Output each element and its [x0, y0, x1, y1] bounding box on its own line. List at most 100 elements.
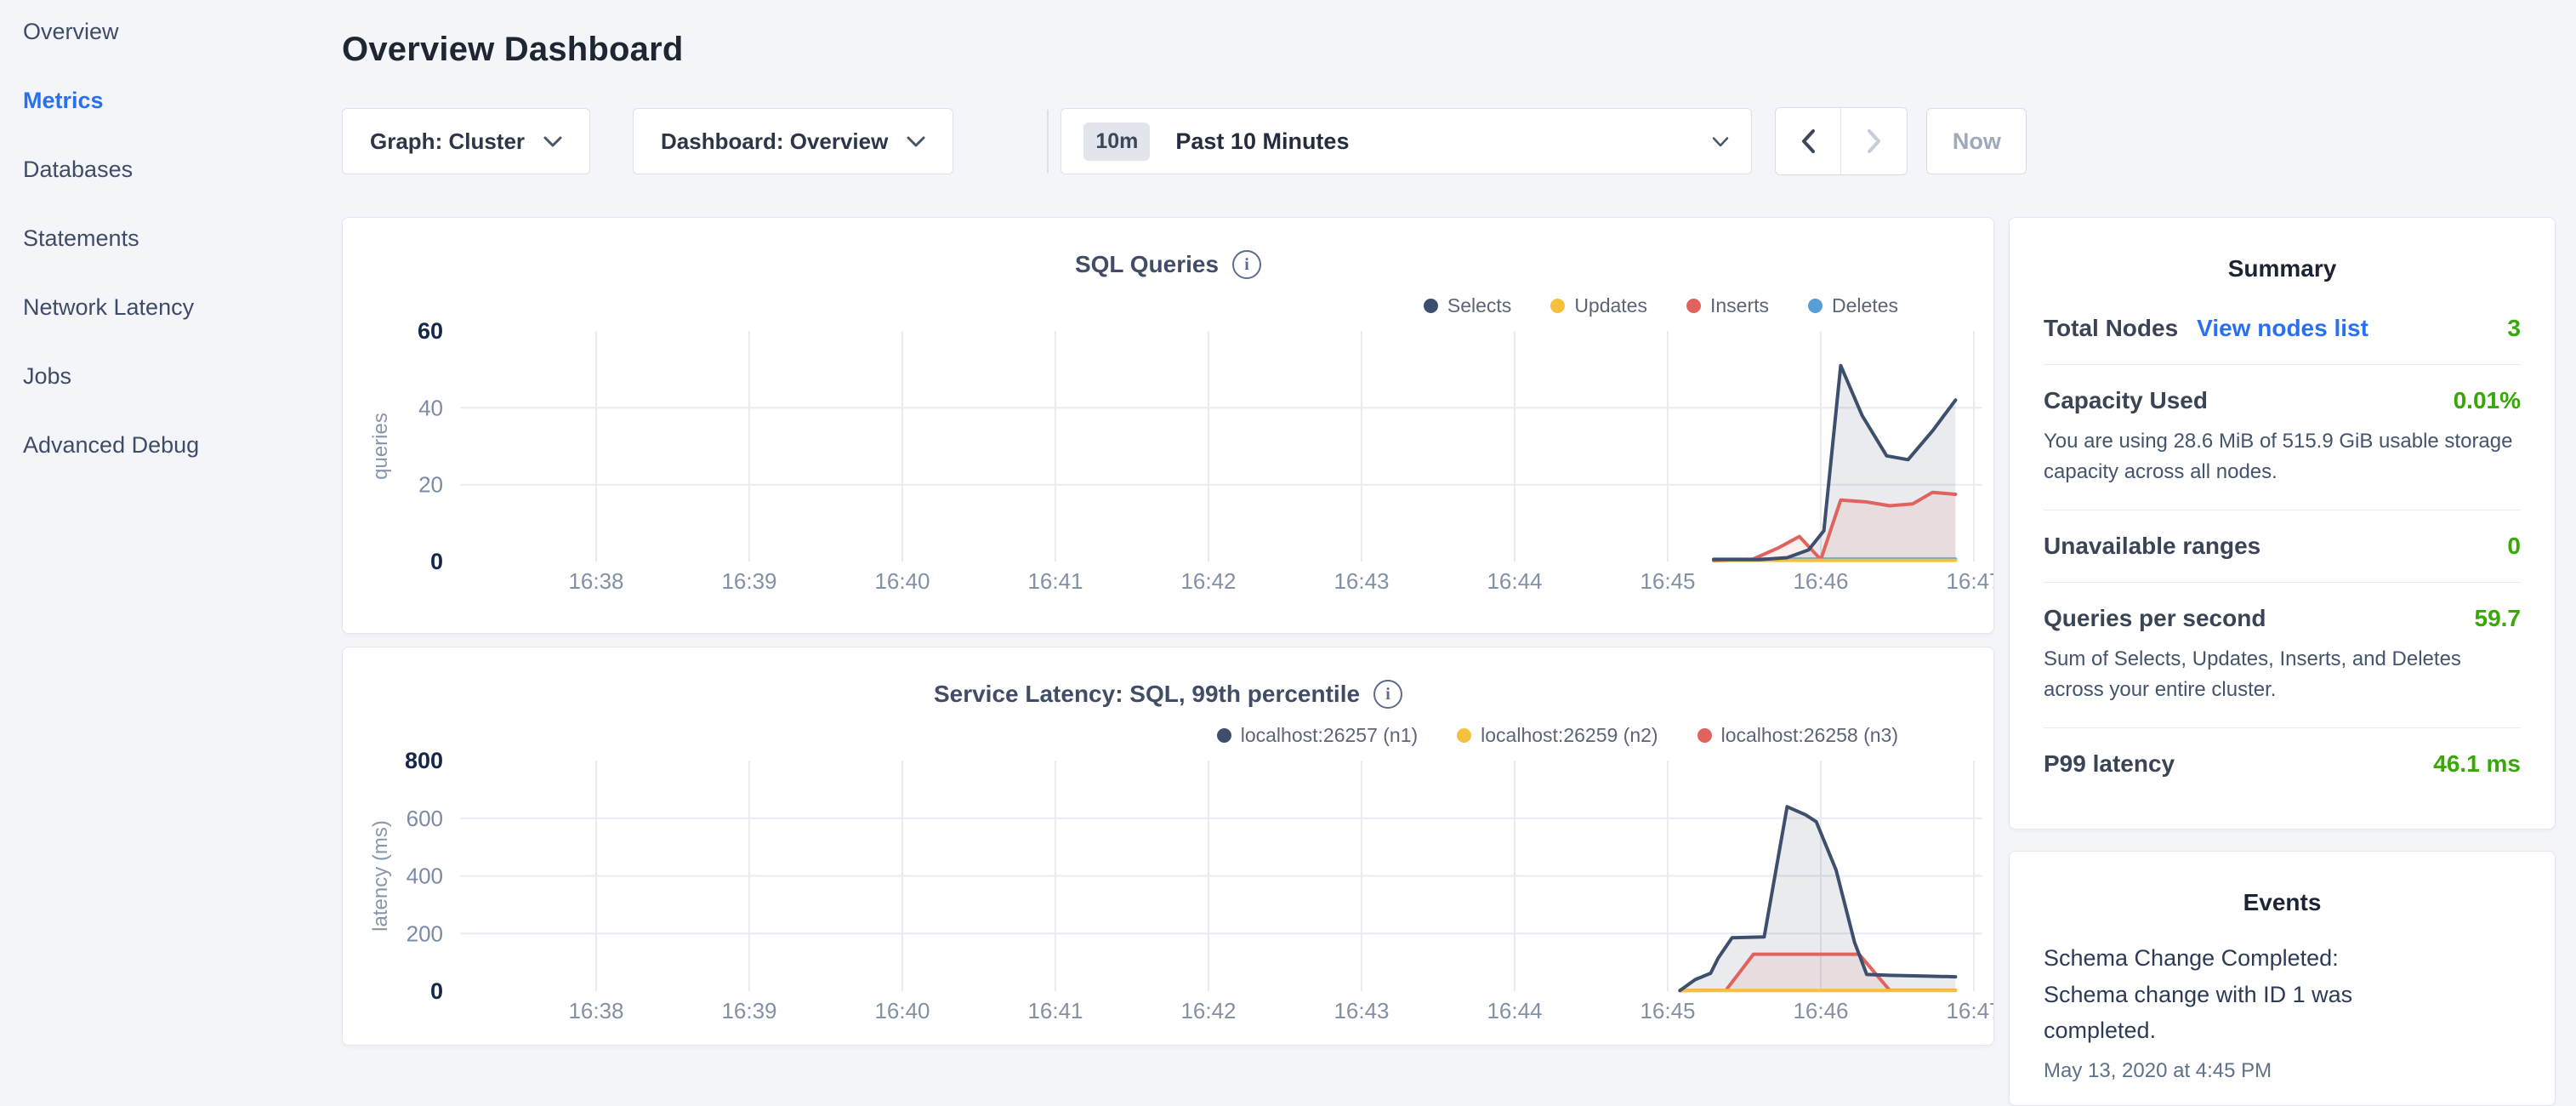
summary-row-value: 0 — [2507, 533, 2521, 560]
x-axis-tick-label: 16:46 — [1793, 568, 1848, 594]
legend-label: Inserts — [1710, 294, 1769, 317]
x-axis-tick-label: 16:42 — [1180, 998, 1236, 1023]
legend-dot-icon — [1217, 728, 1231, 743]
time-window-badge: 10m — [1083, 123, 1150, 161]
info-icon[interactable]: i — [1373, 680, 1402, 709]
x-axis-tick-label: 16:44 — [1487, 998, 1542, 1023]
summary-row-label: P99 latency — [2044, 750, 2175, 778]
x-axis-tick-label: 16:47 — [1946, 998, 1993, 1023]
summary-row-capacity-used: Capacity Used0.01% You are using 28.6 MiB… — [2044, 364, 2521, 510]
legend-item-inserts: Inserts — [1686, 294, 1769, 317]
legend-item-localhost-26258-n3: localhost:26258 (n3) — [1697, 724, 1898, 747]
x-axis-tick-label: 16:43 — [1333, 568, 1389, 594]
legend-dot-icon — [1697, 728, 1712, 743]
legend-item-selects: Selects — [1424, 294, 1511, 317]
chevron-down-icon — [543, 135, 562, 147]
event-item[interactable]: Schema Change Completed: Schema change w… — [2044, 940, 2521, 1083]
summary-row-label: Total Nodes — [2044, 315, 2178, 342]
summary-row-queries-per-second: Queries per second59.7 Sum of Selects, Up… — [2044, 582, 2521, 727]
x-axis-tick-label: 16:45 — [1640, 998, 1695, 1023]
y-axis-tick-label: 60 — [418, 318, 443, 344]
chart-title-row: SQL Queries i — [343, 250, 1993, 279]
time-step-back-button[interactable] — [1776, 108, 1841, 174]
legend-label: localhost:26259 (n2) — [1481, 724, 1658, 747]
x-axis-tick-label: 16:39 — [721, 998, 776, 1023]
graph-dropdown[interactable]: Graph: Cluster — [342, 108, 590, 174]
chevron-left-icon — [1800, 128, 1816, 154]
legend-dot-icon — [1424, 299, 1438, 313]
summary-row-label: Unavailable ranges — [2044, 533, 2260, 560]
legend-item-localhost-26257-n1: localhost:26257 (n1) — [1217, 724, 1418, 747]
summary-row-main: Queries per second59.7 — [2044, 605, 2521, 632]
legend-label: localhost:26257 (n1) — [1241, 724, 1418, 747]
x-axis-tick-label: 16:43 — [1333, 998, 1389, 1023]
right-column: Summary Total Nodes View nodes list 3 Capac… — [2009, 217, 2556, 1106]
legend-label: Deletes — [1832, 294, 1898, 317]
summary-row-value: 3 — [2507, 315, 2521, 342]
y-axis-tick-label: 20 — [418, 472, 443, 498]
event-timestamp: May 13, 2020 at 4:45 PM — [2044, 1059, 2521, 1083]
legend-item-localhost-26259-n2: localhost:26259 (n2) — [1457, 724, 1658, 747]
chart-title: Service Latency: SQL, 99th percentile — [934, 681, 1360, 708]
sidebar-item-jobs[interactable]: Jobs — [23, 353, 329, 399]
x-axis-tick-label: 16:44 — [1487, 568, 1542, 594]
legend-item-deletes: Deletes — [1808, 294, 1898, 317]
now-button[interactable]: Now — [1926, 108, 2027, 174]
sidebar-item-statements[interactable]: Statements — [23, 215, 329, 261]
x-axis-tick-label: 16:39 — [721, 568, 776, 594]
chart-title-row: Service Latency: SQL, 99th percentile i — [343, 680, 1993, 709]
sidebar-item-advanced-debug[interactable]: Advanced Debug — [23, 422, 329, 468]
summary-row-main: P99 latency 46.1 ms — [2044, 750, 2521, 778]
y-axis-tick-label: 800 — [405, 748, 443, 773]
info-icon[interactable]: i — [1232, 250, 1261, 279]
dashboard-content: 16:3816:3916:4016:4116:4216:4316:4416:45… — [342, 217, 2556, 1106]
summary-row-value: 46.1 ms — [2433, 750, 2521, 778]
x-axis-tick-label: 16:46 — [1793, 998, 1848, 1023]
time-window-label: Past 10 Minutes — [1175, 128, 1349, 155]
summary-row-value: 0.01% — [2454, 387, 2521, 414]
dashboard-dropdown[interactable]: Dashboard: Overview — [633, 108, 953, 174]
y-axis-tick-label: 0 — [430, 549, 443, 574]
chart-legend: Selects Updates Inserts Deletes — [1424, 294, 1898, 317]
x-axis-tick-label: 16:40 — [874, 568, 930, 594]
sidebar-item-databases[interactable]: Databases — [23, 146, 329, 192]
event-text: Schema Change Completed: Schema change w… — [2044, 940, 2426, 1049]
y-axis-tick-label: 40 — [418, 395, 443, 420]
summary-row-description: You are using 28.6 MiB of 515.9 GiB usab… — [2044, 426, 2520, 487]
legend-dot-icon — [1550, 299, 1565, 313]
summary-title: Summary — [2044, 255, 2521, 282]
summary-row-label: Queries per second — [2044, 605, 2266, 632]
y-axis-tick-label: 200 — [407, 921, 443, 946]
y-axis-unit-label: latency (ms) — [369, 820, 392, 932]
time-step-forward-button[interactable] — [1841, 108, 1907, 174]
legend-dot-icon — [1808, 299, 1823, 313]
summary-row-main: Capacity Used0.01% — [2044, 387, 2521, 414]
time-step-buttons — [1775, 107, 1908, 175]
chevron-right-icon — [1867, 128, 1882, 154]
chevron-down-icon — [1712, 136, 1729, 147]
x-axis-tick-label: 16:38 — [568, 998, 623, 1023]
x-axis-tick-label: 16:45 — [1640, 568, 1695, 594]
summary-row-description: Sum of Selects, Updates, Inserts, and De… — [2044, 644, 2520, 705]
chart-legend: localhost:26257 (n1) localhost:26259 (n2)… — [1217, 724, 1898, 747]
sidebar-item-metrics[interactable]: Metrics — [23, 77, 329, 123]
y-axis-tick-label: 600 — [407, 806, 443, 831]
legend-label: Selects — [1447, 294, 1511, 317]
view-nodes-list-link[interactable]: View nodes list — [2197, 315, 2368, 342]
x-axis-tick-label: 16:38 — [568, 568, 623, 594]
x-axis-tick-label: 16:47 — [1946, 568, 1993, 594]
legend-dot-icon — [1457, 728, 1471, 743]
sidebar-nav: Overview Metrics Databases Statements Networ… — [23, 9, 329, 491]
time-window-selector[interactable]: 10m Past 10 Minutes — [1061, 108, 1752, 174]
dashboard-dropdown-label: Dashboard: Overview — [661, 128, 888, 155]
legend-item-updates: Updates — [1550, 294, 1647, 317]
sql-queries-plot[interactable]: 16:3816:3916:4016:4116:4216:4316:4416:45… — [343, 218, 1993, 633]
sidebar-item-overview[interactable]: Overview — [23, 9, 329, 54]
sidebar-item-network-latency[interactable]: Network Latency — [23, 284, 329, 330]
controls-divider — [1047, 110, 1049, 173]
x-axis-tick-label: 16:42 — [1180, 568, 1236, 594]
legend-label: localhost:26258 (n3) — [1721, 724, 1898, 747]
graph-dropdown-label: Graph: Cluster — [370, 128, 525, 155]
charts-column: 16:3816:3916:4016:4116:4216:4316:4416:45… — [342, 217, 1994, 1106]
y-axis-tick-label: 400 — [407, 864, 443, 889]
